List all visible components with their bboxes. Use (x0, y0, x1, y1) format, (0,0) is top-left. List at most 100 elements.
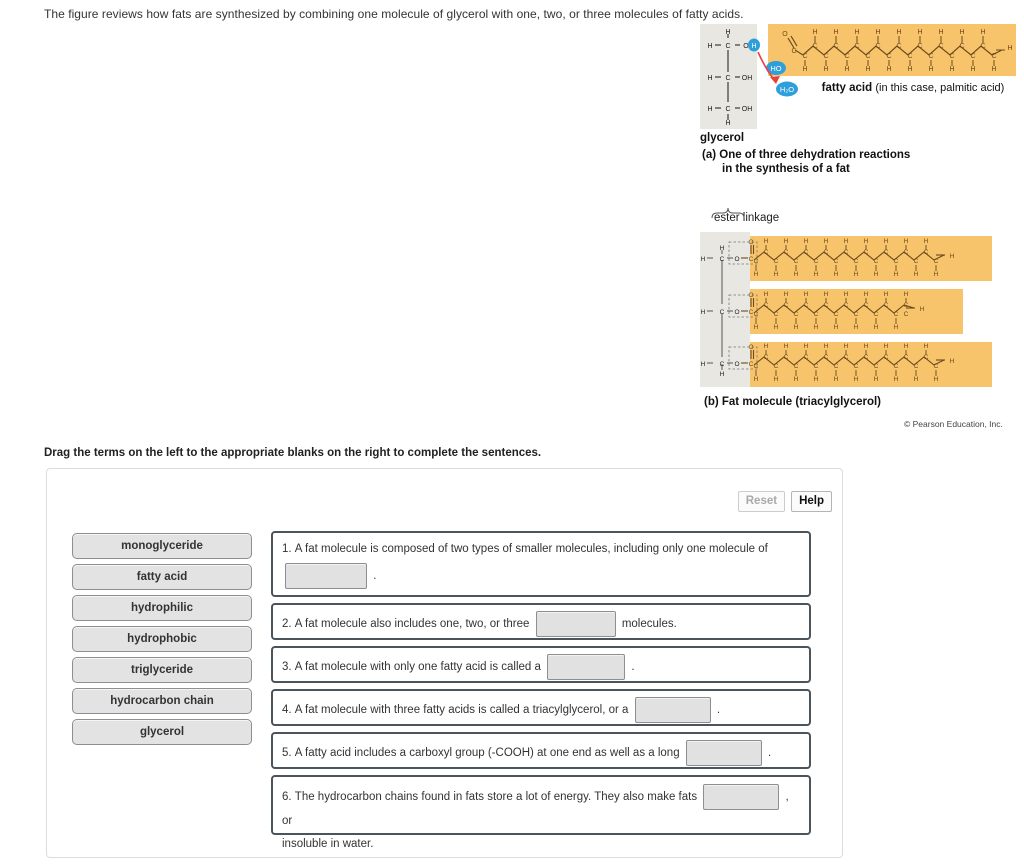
svg-text:C: C (791, 48, 796, 55)
svg-text:C: C (865, 53, 870, 60)
svg-text:C: C (980, 43, 985, 50)
sentence-6-part1: The hydrocarbon chains found in fats sto… (294, 791, 698, 803)
panel-a-molecule-svg: H H C O H C OH H C OH H H HO H₂O O C C C… (707, 29, 1012, 127)
term-glycerol[interactable]: glycerol (72, 719, 252, 745)
sentence-3-blank[interactable] (547, 654, 626, 680)
svg-text:H: H (914, 271, 919, 278)
term-hydrocarbon-chain[interactable]: hydrocarbon chain (72, 688, 252, 714)
svg-text:H: H (950, 253, 955, 260)
sentence-6-blank[interactable] (703, 784, 780, 810)
sentence-6-number: 6. (282, 791, 292, 804)
svg-text:H: H (894, 271, 899, 278)
svg-text:C: C (794, 363, 799, 370)
svg-text:H: H (833, 29, 838, 36)
svg-text:C: C (814, 258, 819, 265)
svg-text:O: O (734, 361, 739, 368)
panel-a-diagram: H H C O H C OH H C OH H H HO H₂O O C C C… (700, 24, 1016, 175)
svg-text:C: C (874, 363, 879, 370)
svg-text:H: H (823, 66, 828, 73)
svg-text:C: C (904, 302, 909, 309)
panel-a-caption-line2: in the synthesis of a fat (722, 163, 850, 175)
term-fatty-acid[interactable]: fatty acid (72, 564, 252, 590)
sentence-5-part1: A fatty acid includes a carboxyl group (… (294, 747, 680, 759)
svg-text:C: C (874, 258, 879, 265)
svg-text:C: C (844, 249, 849, 256)
figure-panel-a: H H C O H C OH H C OH H H HO H₂O O C C C… (700, 24, 1016, 175)
svg-text:C: C (854, 363, 859, 370)
svg-text:C: C (844, 53, 849, 60)
exercise-container: Reset Help monoglyceride fatty acid hydr… (46, 468, 843, 858)
svg-text:C: C (904, 354, 909, 361)
svg-text:OH: OH (742, 75, 753, 82)
sentence-2: 2. A fat molecule also includes one, two… (271, 603, 811, 640)
svg-text:C: C (904, 311, 909, 318)
svg-text:H: H (949, 66, 954, 73)
svg-text:C: C (884, 249, 889, 256)
svg-text:H: H (865, 66, 870, 73)
glycerol-label: glycerol (700, 132, 745, 144)
reset-button[interactable]: Reset (737, 491, 786, 512)
svg-text:C: C (874, 311, 879, 318)
svg-text:H: H (774, 324, 779, 331)
sentence-4-part1: A fat molecule with three fatty acids is… (294, 704, 629, 716)
sentence-5-blank[interactable] (685, 740, 762, 766)
svg-text:C: C (970, 53, 975, 60)
svg-text:C: C (907, 53, 912, 60)
fatty-acid-label: fatty acid (in this case, palmitic acid) (810, 81, 1016, 95)
svg-text:H: H (784, 291, 789, 298)
svg-text:H: H (794, 324, 799, 331)
svg-text:H: H (934, 376, 939, 383)
svg-text:H: H (980, 29, 985, 36)
svg-text:C: C (904, 249, 909, 256)
svg-text:C: C (834, 258, 839, 265)
svg-text:C: C (875, 43, 880, 50)
svg-text:H: H (802, 66, 807, 73)
svg-text:O: O (734, 309, 739, 316)
svg-text:C: C (754, 311, 759, 318)
svg-text:H: H (764, 343, 769, 350)
term-monoglyceride[interactable]: monoglyceride (72, 533, 252, 559)
svg-text:C: C (917, 43, 922, 50)
svg-text:H: H (764, 238, 769, 245)
svg-text:H: H (720, 245, 725, 252)
svg-text:H: H (854, 376, 859, 383)
svg-text:C: C (854, 311, 859, 318)
svg-text:C: C (725, 43, 730, 50)
svg-text:H: H (754, 376, 759, 383)
term-hydrophobic[interactable]: hydrophobic (72, 626, 252, 652)
sentence-2-part1: A fat molecule also includes one, two, o… (294, 618, 530, 630)
sentence-1-blank[interactable] (285, 563, 367, 590)
svg-text:C: C (784, 354, 789, 361)
svg-text:C: C (949, 53, 954, 60)
sentence-4-blank[interactable] (634, 697, 711, 723)
svg-text:C: C (794, 258, 799, 265)
svg-text:H: H (824, 343, 829, 350)
term-triglyceride[interactable]: triglyceride (72, 657, 252, 683)
svg-text:H: H (774, 271, 779, 278)
svg-text:H: H (834, 271, 839, 278)
svg-text:H: H (864, 238, 869, 245)
exercise-toolbar: Reset Help (737, 491, 832, 512)
svg-text:C: C (844, 302, 849, 309)
sentence-1: 1. A fat molecule is composed of two typ… (271, 531, 811, 597)
svg-text:H: H (794, 376, 799, 383)
svg-text:H: H (854, 324, 859, 331)
svg-text:H: H (874, 376, 879, 383)
svg-text:HO: HO (770, 64, 781, 73)
svg-text:C: C (754, 363, 759, 370)
svg-text:C: C (720, 256, 725, 263)
svg-text:H: H (720, 371, 725, 378)
fatty-acid-sublabel-text: (in this case, palmitic acid) (875, 82, 1005, 94)
svg-text:H: H (864, 343, 869, 350)
svg-text:C: C (864, 302, 869, 309)
sentence-3: 3. A fat molecule with only one fatty ac… (271, 646, 811, 683)
sentence-2-blank[interactable] (535, 611, 616, 637)
svg-text:H: H (701, 256, 706, 263)
svg-text:H: H (920, 306, 925, 313)
help-button[interactable]: Help (791, 491, 832, 512)
sentence-4-part2: . (716, 704, 721, 716)
svg-text:C: C (814, 363, 819, 370)
drag-instruction: Drag the terms on the left to the approp… (44, 447, 542, 459)
svg-text:O: O (734, 256, 739, 263)
term-hydrophilic[interactable]: hydrophilic (72, 595, 252, 621)
